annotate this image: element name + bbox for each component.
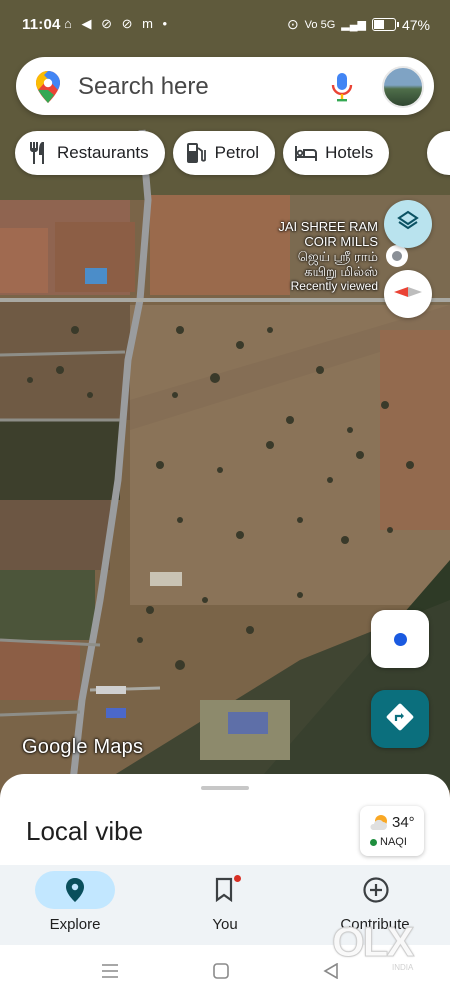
directions-icon xyxy=(385,702,415,737)
nav-label: Explore xyxy=(49,916,101,933)
gas-station-icon xyxy=(185,142,207,164)
status-bar: 11:04 ⌂ ◀ ⊘ ⊘ m • ⊙ Vo 5G ▂▄▆ 47% xyxy=(0,0,450,52)
poi-label[interactable]: JAI SHREE RAM COIR MILLS ஜெய் ஸ்ரீ ராம் … xyxy=(278,219,378,294)
layers-button[interactable] xyxy=(384,200,432,248)
battery-icon xyxy=(371,18,399,31)
location-dot-icon xyxy=(393,632,407,646)
olx-watermark: OLX xyxy=(331,918,414,966)
chip-restaurants[interactable]: Restaurants xyxy=(15,131,165,175)
search-bar[interactable]: Search here xyxy=(16,57,434,115)
microphone-icon[interactable] xyxy=(330,72,354,107)
chip-petrol[interactable]: Petrol xyxy=(172,131,276,175)
chip-label: Restaurants xyxy=(57,143,149,162)
back-icon[interactable] xyxy=(323,962,339,984)
plus-circle-icon xyxy=(362,876,390,909)
explore-pin-icon xyxy=(62,876,88,909)
satellite-map[interactable] xyxy=(0,0,450,790)
category-chips: Restaurants Petrol Hotels xyxy=(15,131,390,175)
location-status-icon: ⊙ xyxy=(286,16,299,32)
poi-name-line-4: கயிறு மில்ஸ் xyxy=(304,264,378,279)
google-maps-pin-icon xyxy=(36,71,60,108)
search-input[interactable]: Search here xyxy=(78,73,209,101)
recent-apps-icon[interactable] xyxy=(101,963,119,984)
layers-icon xyxy=(395,209,421,240)
compass-icon xyxy=(394,285,422,303)
map-imagery xyxy=(0,0,450,790)
sheet-title: Local vibe xyxy=(26,816,144,846)
my-location-button[interactable] xyxy=(371,610,429,668)
directions-button[interactable] xyxy=(371,690,429,748)
poi-marker-icon[interactable] xyxy=(386,245,408,267)
nav-label: You xyxy=(212,916,238,933)
olx-watermark-sub: INDIA xyxy=(392,963,414,972)
bottom-sheet[interactable]: Local vibe 34° NAQI xyxy=(0,774,450,874)
weather-aqi: NAQI xyxy=(380,836,407,848)
google-maps-attribution: Google Maps xyxy=(22,736,144,758)
hotel-icon xyxy=(295,144,318,162)
status-right-group: ⊙ Vo 5G ▂▄▆ 47% xyxy=(287,16,430,33)
poi-name-line-1: JAI SHREE RAM xyxy=(278,219,378,234)
weather-temperature: 34° xyxy=(392,814,415,831)
poi-subtitle: Recently viewed xyxy=(290,279,378,293)
nav-explore[interactable]: Explore xyxy=(0,865,150,945)
partly-cloudy-icon xyxy=(369,814,389,837)
chip-hotels[interactable]: Hotels xyxy=(283,131,390,175)
signal-icon: ▂▄▆ xyxy=(341,19,366,31)
nav-you[interactable]: You xyxy=(150,865,300,945)
network-label: Vo 5G xyxy=(304,18,336,31)
compass-button[interactable] xyxy=(384,270,432,318)
battery-fill xyxy=(373,20,385,29)
battery-percent: 47% xyxy=(401,16,430,33)
status-time: 11:04 xyxy=(22,16,61,33)
aqi-status-dot xyxy=(370,839,377,846)
restaurant-icon xyxy=(27,142,49,164)
home-icon[interactable] xyxy=(213,963,229,984)
chip-label: Hotels xyxy=(325,143,374,162)
notification-badge xyxy=(234,875,241,882)
chip-label: Petrol xyxy=(214,143,260,162)
poi-name-line-3: ஜெய் ஸ்ரீ ராம் xyxy=(297,249,378,264)
weather-chip[interactable]: 34° NAQI xyxy=(360,806,424,856)
poi-name-line-2: COIR MILLS xyxy=(304,234,378,249)
sheet-drag-handle[interactable] xyxy=(201,786,249,790)
profile-avatar[interactable] xyxy=(382,66,424,108)
notification-icons: ⌂ ◀ ⊘ ⊘ m • xyxy=(64,16,171,31)
